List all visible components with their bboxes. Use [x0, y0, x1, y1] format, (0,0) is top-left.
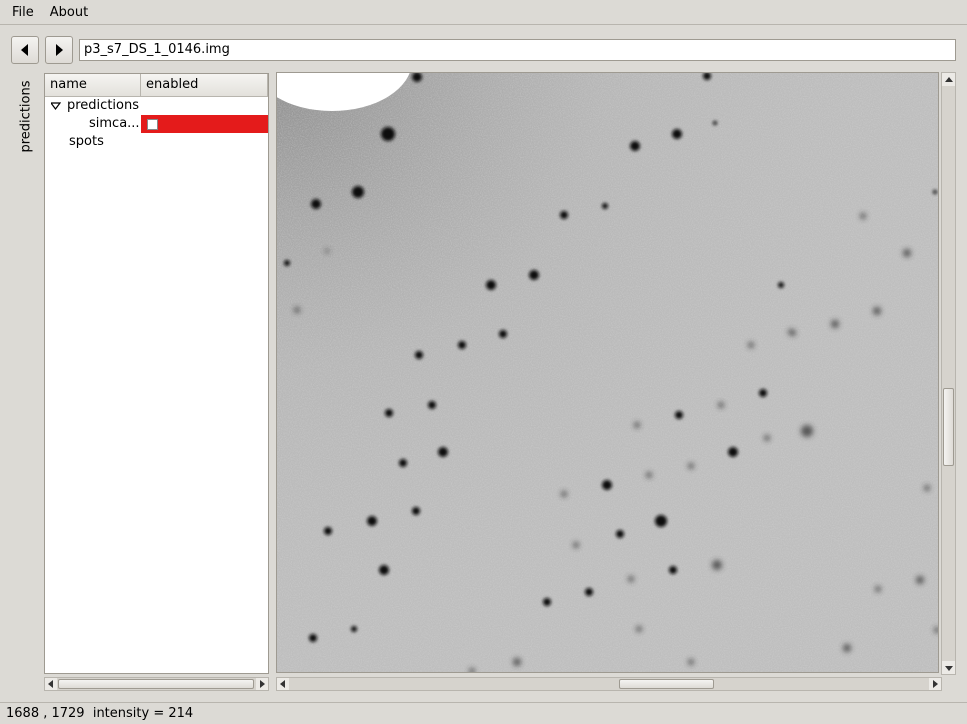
menu-about[interactable]: About: [42, 0, 96, 25]
side-tab-label: predictions: [18, 80, 34, 152]
image-horizontal-scrollbar[interactable]: [276, 677, 942, 691]
tree-item-label: spots: [69, 134, 104, 149]
status-bar: 1688 , 1729 intensity = 214: [0, 702, 967, 724]
tree-item-label: simca...: [89, 116, 140, 131]
image-hscroll-thumb[interactable]: [619, 679, 714, 689]
column-header-enabled[interactable]: enabled: [141, 74, 268, 96]
image-path-input[interactable]: p3_s7_DS_1_0146.img: [79, 39, 956, 61]
tree-header: name enabled: [45, 74, 268, 97]
simca-enabled-checkbox[interactable]: [147, 118, 158, 130]
tree-item-predictions[interactable]: predictions: [49, 97, 139, 115]
tree-item-simca[interactable]: simca...: [89, 115, 140, 133]
scroll-right-icon[interactable]: [256, 678, 268, 690]
diffraction-image-view[interactable]: [276, 72, 939, 673]
scroll-down-icon[interactable]: [942, 661, 955, 674]
next-image-button[interactable]: [45, 36, 73, 64]
scroll-up-icon[interactable]: [942, 73, 955, 86]
status-text: 1688 , 1729 intensity = 214: [6, 706, 194, 721]
tree-item-label: predictions: [67, 98, 139, 113]
previous-image-button[interactable]: [11, 36, 39, 64]
expand-arrow-icon[interactable]: [49, 101, 62, 110]
triangle-left-icon: [21, 44, 28, 56]
tree-item-spots[interactable]: spots: [69, 133, 104, 151]
scroll-left-icon[interactable]: [45, 678, 57, 690]
menu-bar: File About: [0, 0, 967, 25]
scroll-right-icon[interactable]: [929, 678, 941, 690]
side-tab-predictions[interactable]: predictions: [18, 80, 34, 152]
diffraction-image[interactable]: [277, 73, 939, 673]
layer-tree: name enabled predictions simca... spots: [44, 73, 269, 674]
image-vertical-scrollbar[interactable]: [941, 72, 956, 675]
image-vscroll-thumb[interactable]: [943, 388, 954, 466]
column-header-name[interactable]: name: [45, 74, 141, 96]
scroll-left-icon[interactable]: [277, 678, 289, 690]
menu-file[interactable]: File: [4, 0, 42, 25]
tree-horizontal-scrollbar[interactable]: [44, 677, 269, 691]
tree-scroll-thumb[interactable]: [58, 679, 254, 689]
triangle-right-icon: [56, 44, 63, 56]
simca-enabled-cell[interactable]: [141, 115, 268, 133]
